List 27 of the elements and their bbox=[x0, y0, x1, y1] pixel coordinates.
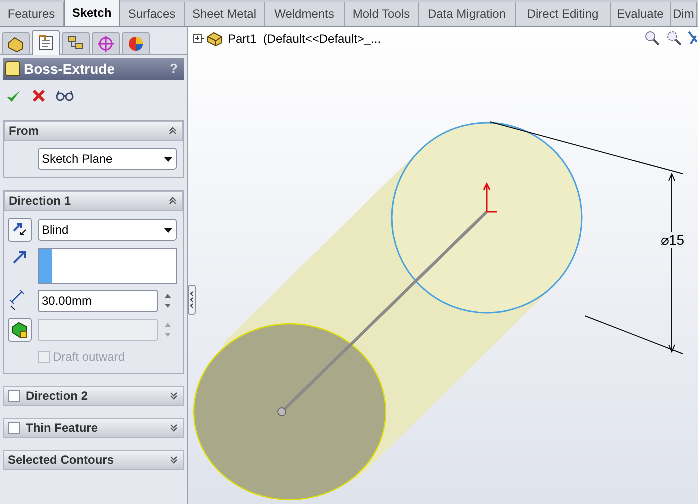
toolbar-tab[interactable]: Sheet Metal bbox=[185, 2, 265, 26]
section-header[interactable]: Direction 2 bbox=[3, 386, 184, 406]
section-title: Direction 1 bbox=[9, 193, 72, 210]
section-title: From bbox=[9, 123, 40, 140]
dropdown[interactable]: Sketch Plane bbox=[38, 148, 177, 170]
section-title: Thin Feature bbox=[26, 420, 100, 437]
toolbar-tab[interactable]: Evaluate bbox=[611, 2, 671, 26]
toolbar-tab[interactable]: Features bbox=[0, 2, 64, 26]
toolbar-tab[interactable]: Mold Tools bbox=[345, 2, 419, 26]
section-header[interactable]: Thin Feature bbox=[3, 418, 184, 438]
toolbar-tab[interactable]: Direct Editing bbox=[516, 2, 611, 26]
toolbar-tab[interactable]: Sketch bbox=[64, 0, 120, 26]
section-header[interactable]: Selected Contours bbox=[3, 450, 184, 470]
panel-title: Boss-Extrude bbox=[24, 60, 116, 78]
dropdown[interactable]: Blind bbox=[38, 219, 177, 241]
depth-field[interactable]: 30.00mm bbox=[38, 290, 158, 312]
dimension-label[interactable]: ⌀15 bbox=[660, 232, 686, 248]
section-title: Direction 2 bbox=[26, 388, 90, 405]
toolbar-tab[interactable]: Surfaces bbox=[120, 2, 185, 26]
toolbar-tab[interactable]: Weldments bbox=[265, 2, 345, 26]
toolbar-tab[interactable]: Data Migration bbox=[419, 2, 516, 26]
part-tree-label[interactable]: Part1 (Default<<Default>_... bbox=[228, 30, 382, 48]
checkbox-label: Draft outward bbox=[53, 349, 126, 366]
section-header[interactable]: From bbox=[4, 121, 183, 141]
section-title: Selected Contours bbox=[8, 452, 116, 469]
section-header[interactable]: Direction 1 bbox=[4, 191, 183, 211]
toolbar-tab[interactable]: Dim bbox=[671, 2, 698, 26]
